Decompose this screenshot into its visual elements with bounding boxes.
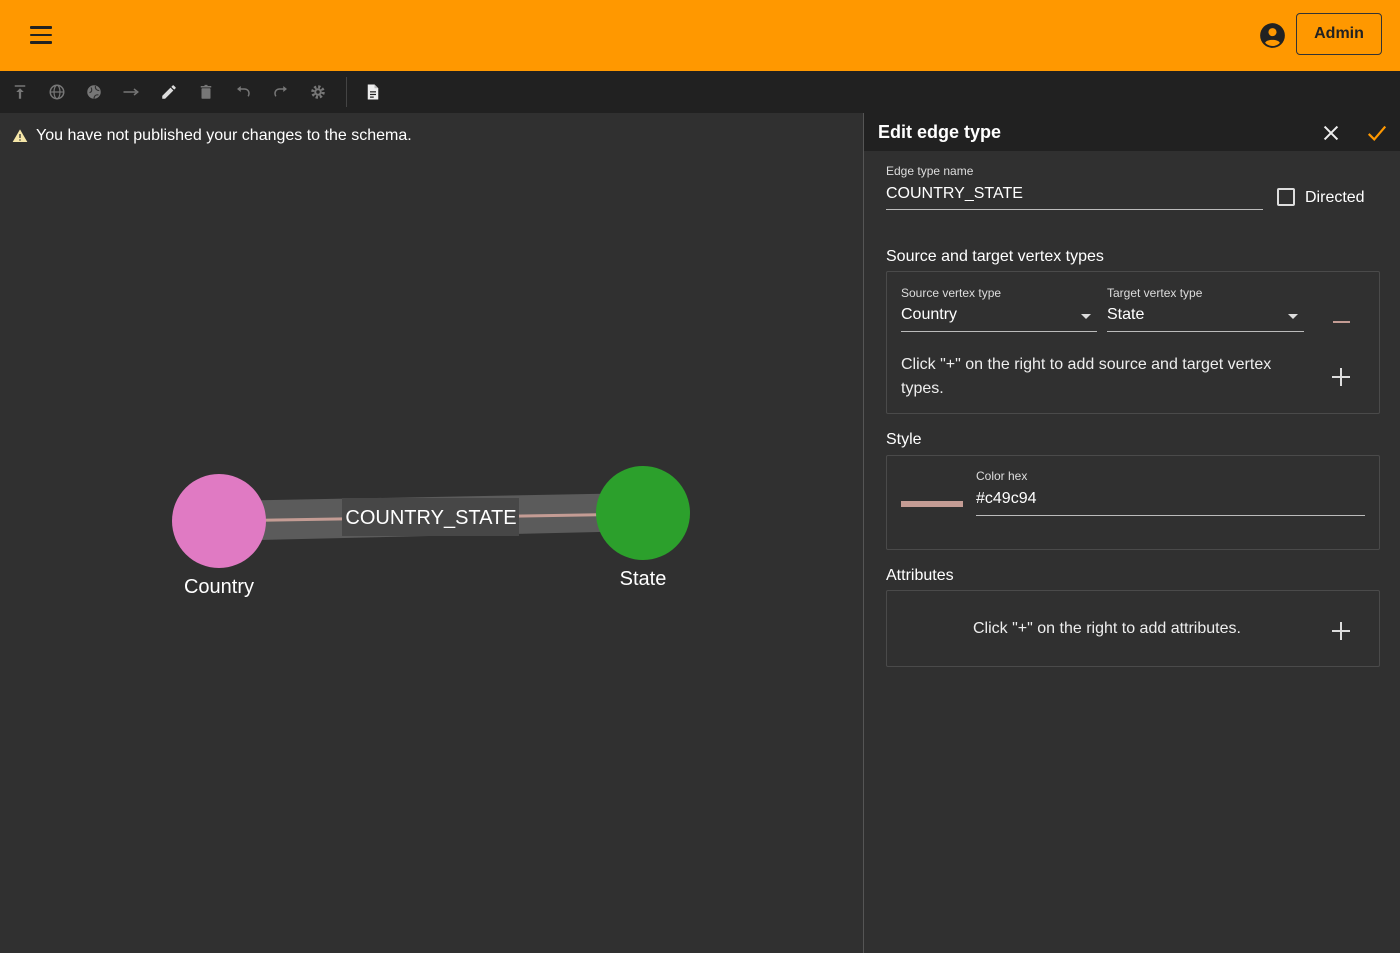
- minus-icon: [1333, 321, 1350, 323]
- source-vertex-label: Source vertex type: [901, 286, 1002, 300]
- vertex-state-label: State: [620, 568, 667, 590]
- toolbar-divider: [346, 77, 347, 107]
- warning-text: You have not published your changes to t…: [36, 127, 412, 144]
- panel-title: Edit edge type: [878, 122, 1002, 142]
- menu-icon[interactable]: [22, 17, 60, 53]
- vertex-country-label: Country: [184, 576, 254, 598]
- unpublished-warning: You have not published your changes to t…: [12, 127, 412, 145]
- schema-canvas[interactable]: COUNTRY_STATE Country State You have not…: [0, 113, 863, 953]
- admin-button[interactable]: Admin: [1296, 13, 1382, 55]
- remove-pair-button[interactable]: [1333, 317, 1351, 327]
- edge-type-name-label: Edge type name: [886, 164, 974, 178]
- add-pair-hint: Click "+" on the right to add source and…: [901, 356, 1272, 397]
- publish-icon[interactable]: [9, 81, 31, 103]
- edge-label[interactable]: COUNTRY_STATE: [345, 507, 516, 529]
- directed-checkbox[interactable]: [1277, 188, 1295, 206]
- target-vertex-label: Target vertex type: [1107, 286, 1203, 300]
- delete-icon[interactable]: [195, 81, 217, 103]
- app-header: Admin: [0, 0, 1400, 71]
- vertex-types-box: Source vertex type Country Target vertex…: [886, 271, 1380, 414]
- globe-icon[interactable]: [46, 81, 68, 103]
- warning-icon: [12, 129, 28, 142]
- edit-icon[interactable]: [158, 81, 180, 103]
- add-pair-button[interactable]: [1331, 367, 1351, 387]
- vertex-country[interactable]: [172, 474, 266, 568]
- redo-icon[interactable]: [270, 81, 292, 103]
- attributes-hint: Click "+" on the right to add attributes…: [973, 620, 1241, 637]
- target-vertex-select[interactable]: State: [1107, 306, 1304, 332]
- color-swatch[interactable]: [901, 501, 963, 507]
- account-circle-icon[interactable]: [1259, 22, 1286, 49]
- panel-header: Edit edge type: [864, 113, 1400, 151]
- color-hex-label: Color hex: [976, 469, 1028, 483]
- chevron-down-icon: [1288, 314, 1298, 319]
- undo-icon[interactable]: [232, 81, 254, 103]
- chevron-down-icon: [1081, 314, 1091, 319]
- vertex-state[interactable]: [596, 466, 690, 560]
- schema-toolbar: [0, 71, 1400, 113]
- attributes-title: Attributes: [886, 567, 954, 584]
- style-title: Style: [886, 431, 922, 448]
- arrow-right-icon[interactable]: [120, 81, 142, 103]
- globe-filled-icon[interactable]: [83, 81, 105, 103]
- attributes-box: Click "+" on the right to add attributes…: [886, 590, 1380, 667]
- edit-edge-panel: Edit edge type Edge type name COUNTRY_ST…: [863, 113, 1400, 953]
- add-attribute-button[interactable]: [1331, 621, 1351, 641]
- source-vertex-select[interactable]: Country: [901, 306, 1097, 332]
- directed-label[interactable]: Directed: [1305, 189, 1365, 207]
- close-icon[interactable]: [1320, 122, 1342, 144]
- style-box: Color hex #c49c94: [886, 455, 1380, 550]
- color-hex-input[interactable]: #c49c94: [976, 490, 1365, 516]
- source-vertex-value: Country: [901, 306, 958, 323]
- settings-icon[interactable]: [307, 81, 329, 103]
- source-target-title: Source and target vertex types: [886, 248, 1104, 265]
- target-vertex-value: State: [1107, 306, 1145, 323]
- document-icon[interactable]: [362, 81, 384, 103]
- check-icon[interactable]: [1366, 122, 1388, 144]
- schema-graph[interactable]: COUNTRY_STATE Country State: [0, 113, 863, 953]
- edge-type-name-input[interactable]: COUNTRY_STATE: [886, 185, 1263, 210]
